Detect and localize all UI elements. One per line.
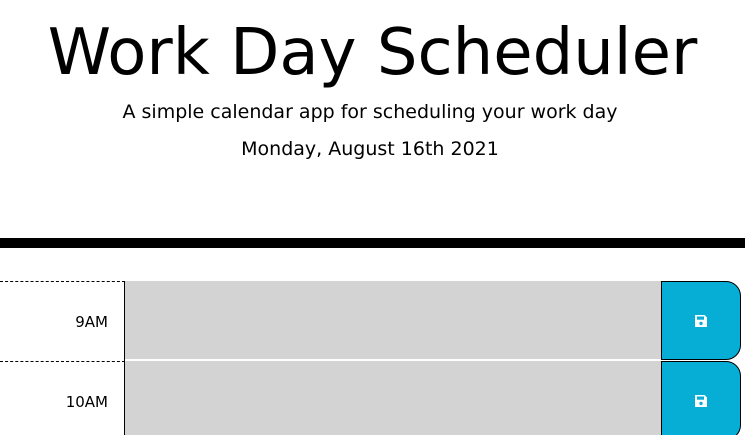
hour-label: 10AM xyxy=(0,361,125,435)
description-textarea[interactable] xyxy=(125,361,661,435)
header: Work Day Scheduler A simple calendar app… xyxy=(0,0,745,238)
current-day: Monday, August 16th 2021 xyxy=(241,138,499,160)
time-block: 10AM xyxy=(0,361,745,435)
page-title: Work Day Scheduler xyxy=(47,16,698,90)
description-textarea[interactable] xyxy=(125,281,661,360)
save-icon xyxy=(695,394,707,407)
lead-text: A simple calendar app for scheduling you… xyxy=(122,101,618,123)
save-button[interactable] xyxy=(661,281,741,360)
time-block: 9AM xyxy=(0,281,745,361)
hour-label: 9AM xyxy=(0,281,125,361)
save-button[interactable] xyxy=(661,361,741,435)
save-icon xyxy=(695,314,707,327)
header-divider xyxy=(0,238,745,248)
